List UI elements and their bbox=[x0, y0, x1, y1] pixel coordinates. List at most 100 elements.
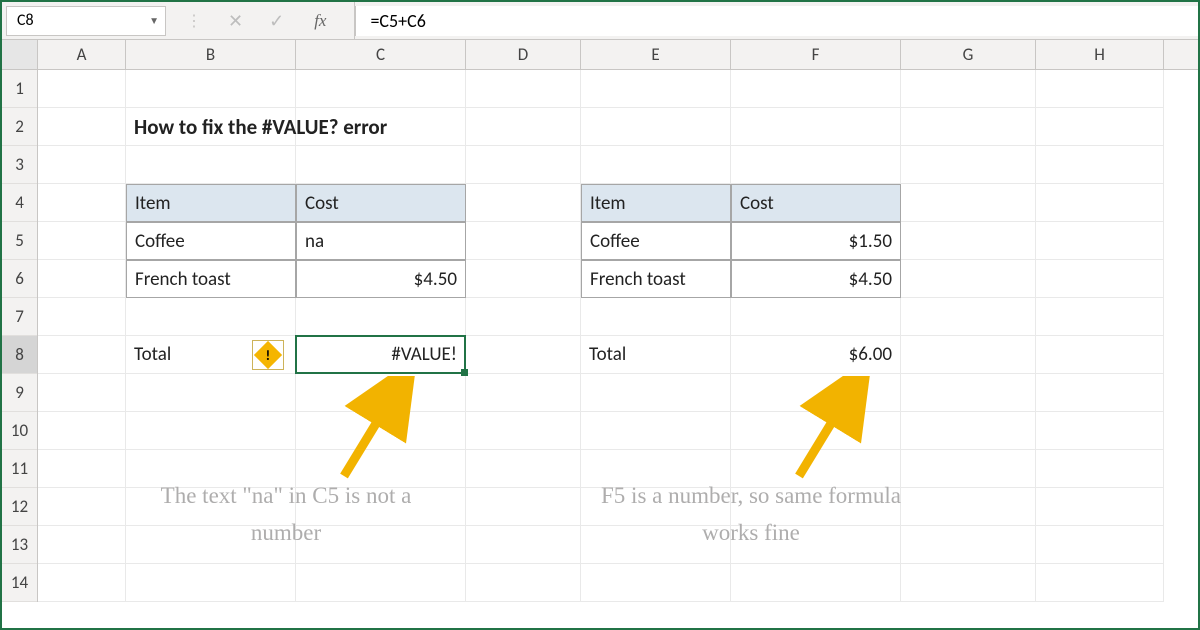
cell[interactable] bbox=[901, 564, 1036, 602]
cell[interactable] bbox=[38, 146, 126, 184]
column-header[interactable]: G bbox=[901, 40, 1036, 69]
cell[interactable] bbox=[581, 70, 731, 108]
cell[interactable] bbox=[901, 412, 1036, 450]
name-box[interactable]: C8 ▼ bbox=[6, 6, 166, 36]
table-row[interactable]: na bbox=[296, 222, 466, 260]
cell[interactable] bbox=[581, 146, 731, 184]
row-header[interactable]: 5 bbox=[2, 222, 37, 260]
row-header[interactable]: 2 bbox=[2, 108, 37, 146]
cell[interactable] bbox=[1036, 70, 1164, 108]
row-header[interactable]: 14 bbox=[2, 564, 37, 602]
table-row[interactable]: French toast bbox=[581, 260, 731, 298]
row-header[interactable]: 3 bbox=[2, 146, 37, 184]
table-header-cost[interactable]: Cost bbox=[296, 184, 466, 222]
cell[interactable] bbox=[901, 70, 1036, 108]
cell[interactable] bbox=[466, 564, 581, 602]
total-value[interactable]: $6.00 bbox=[731, 336, 901, 374]
row-header[interactable]: 4 bbox=[2, 184, 37, 222]
cell[interactable] bbox=[466, 146, 581, 184]
cell[interactable] bbox=[296, 298, 466, 336]
cell[interactable] bbox=[1036, 450, 1164, 488]
cell[interactable] bbox=[126, 70, 296, 108]
cell[interactable] bbox=[1036, 184, 1164, 222]
table-row[interactable]: $4.50 bbox=[731, 260, 901, 298]
cell[interactable] bbox=[1036, 526, 1164, 564]
table-row[interactable]: Coffee bbox=[581, 222, 731, 260]
table-header-cost[interactable]: Cost bbox=[731, 184, 901, 222]
cell[interactable] bbox=[126, 412, 296, 450]
cell[interactable] bbox=[466, 488, 581, 526]
cell[interactable] bbox=[1036, 260, 1164, 298]
cell[interactable] bbox=[901, 184, 1036, 222]
cell[interactable] bbox=[38, 260, 126, 298]
cell[interactable] bbox=[901, 260, 1036, 298]
cell[interactable] bbox=[901, 146, 1036, 184]
cell[interactable] bbox=[296, 146, 466, 184]
cell[interactable] bbox=[581, 564, 731, 602]
cell[interactable] bbox=[901, 336, 1036, 374]
column-header[interactable]: F bbox=[731, 40, 901, 69]
table-row[interactable]: Coffee bbox=[126, 222, 296, 260]
cell[interactable] bbox=[466, 260, 581, 298]
table-row[interactable]: $4.50 bbox=[296, 260, 466, 298]
total-value-error[interactable]: #VALUE! bbox=[296, 336, 466, 374]
cell[interactable] bbox=[1036, 146, 1164, 184]
cell[interactable] bbox=[38, 298, 126, 336]
cell[interactable] bbox=[581, 108, 731, 146]
insert-function-button[interactable]: fx bbox=[314, 11, 326, 31]
cell[interactable] bbox=[38, 488, 126, 526]
column-header[interactable]: H bbox=[1036, 40, 1164, 69]
cell[interactable] bbox=[466, 108, 581, 146]
cell[interactable] bbox=[731, 298, 901, 336]
cell[interactable] bbox=[581, 298, 731, 336]
cell[interactable] bbox=[126, 374, 296, 412]
cell[interactable] bbox=[901, 374, 1036, 412]
cell[interactable] bbox=[466, 184, 581, 222]
column-header[interactable]: A bbox=[38, 40, 126, 69]
cell[interactable] bbox=[38, 184, 126, 222]
table-row[interactable]: French toast bbox=[126, 260, 296, 298]
cell[interactable] bbox=[731, 564, 901, 602]
cell[interactable] bbox=[126, 146, 296, 184]
enter-icon[interactable]: ✓ bbox=[269, 10, 284, 32]
cell[interactable] bbox=[1036, 298, 1164, 336]
cells-area[interactable]: How to fix the #VALUE? error Item Cost I bbox=[38, 70, 1198, 602]
cell[interactable] bbox=[126, 298, 296, 336]
cell[interactable] bbox=[466, 450, 581, 488]
cell[interactable] bbox=[731, 108, 901, 146]
cell[interactable] bbox=[466, 336, 581, 374]
row-header[interactable]: 11 bbox=[2, 450, 37, 488]
column-header[interactable]: E bbox=[581, 40, 731, 69]
row-header[interactable]: 6 bbox=[2, 260, 37, 298]
cell[interactable] bbox=[466, 222, 581, 260]
cell[interactable] bbox=[731, 146, 901, 184]
cell[interactable] bbox=[901, 298, 1036, 336]
cell[interactable] bbox=[466, 526, 581, 564]
cell[interactable] bbox=[38, 336, 126, 374]
row-header[interactable]: 7 bbox=[2, 298, 37, 336]
cell[interactable] bbox=[901, 108, 1036, 146]
cell[interactable] bbox=[38, 564, 126, 602]
cancel-icon[interactable]: ✕ bbox=[228, 10, 243, 32]
total-label[interactable]: Total bbox=[581, 336, 731, 374]
cell[interactable] bbox=[1036, 374, 1164, 412]
cell[interactable] bbox=[38, 450, 126, 488]
row-header[interactable]: 8 bbox=[2, 336, 37, 374]
row-header[interactable]: 10 bbox=[2, 412, 37, 450]
cell[interactable] bbox=[1036, 412, 1164, 450]
formula-input[interactable]: =C5+C6 bbox=[355, 6, 1198, 36]
cell[interactable] bbox=[1036, 336, 1164, 374]
cell[interactable] bbox=[296, 564, 466, 602]
page-title[interactable]: How to fix the #VALUE? error bbox=[126, 108, 296, 146]
cell[interactable] bbox=[581, 374, 731, 412]
cell[interactable] bbox=[466, 412, 581, 450]
select-all-corner[interactable] bbox=[2, 40, 38, 69]
row-header[interactable]: 9 bbox=[2, 374, 37, 412]
cell[interactable] bbox=[901, 222, 1036, 260]
column-header[interactable]: D bbox=[466, 40, 581, 69]
cell[interactable] bbox=[1036, 488, 1164, 526]
column-header[interactable]: C bbox=[296, 40, 466, 69]
cell[interactable] bbox=[38, 374, 126, 412]
cell[interactable] bbox=[466, 298, 581, 336]
cell[interactable] bbox=[38, 222, 126, 260]
